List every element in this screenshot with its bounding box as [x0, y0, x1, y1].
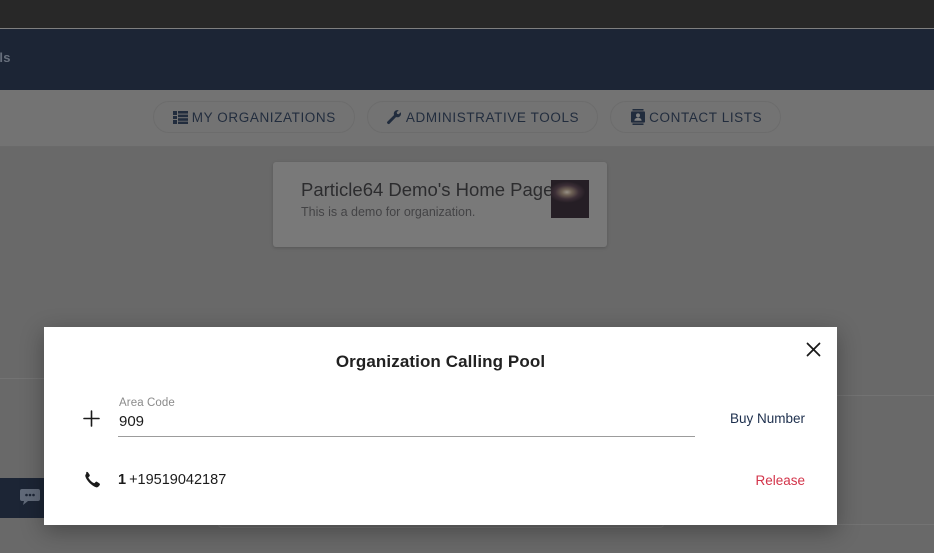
phone-icon — [82, 471, 118, 489]
phone-number-value: +19519042187 — [129, 472, 227, 488]
area-code-input[interactable] — [118, 411, 695, 437]
plus-icon — [82, 409, 118, 428]
area-code-label: Area Code — [119, 397, 175, 409]
calling-pool-rows: Area Code Buy Number 1+19519042187 Relea… — [44, 387, 837, 511]
phone-number-text: 1 +19519042187 — [118, 472, 709, 488]
buy-number-row: Area Code Buy Number — [44, 387, 837, 449]
calling-pool-modal: Organization Calling Pool Area Code Buy … — [44, 327, 837, 525]
phone-number-index: 1 — [118, 472, 127, 488]
buy-number-button[interactable]: Buy Number — [709, 411, 805, 426]
phone-number-row: 1 +19519042187 Release — [44, 449, 837, 511]
app-root: als MY ORGANIZATIONS — [0, 0, 934, 553]
area-code-field: Area Code — [118, 397, 695, 437]
release-button[interactable]: Release — [709, 473, 805, 488]
close-icon[interactable] — [799, 335, 827, 363]
modal-title: Organization Calling Pool — [335, 352, 546, 371]
